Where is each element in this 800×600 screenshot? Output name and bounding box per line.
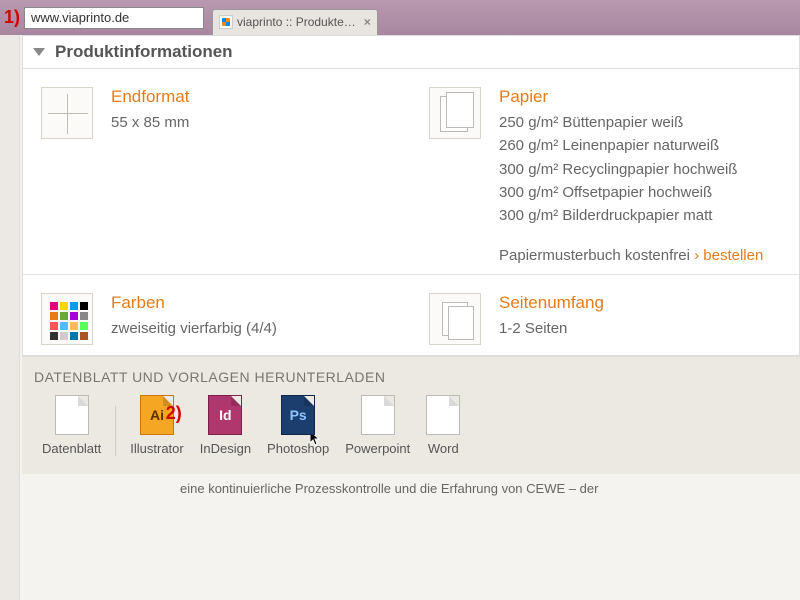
- spec-heading: Seitenumfang: [499, 293, 781, 313]
- papier-line: 260 g/m² Leinenpapier naturweiß: [499, 134, 781, 157]
- favicon-icon: [219, 15, 233, 29]
- spec-value: 250 g/m² Büttenpapier weiß260 g/m² Leine…: [499, 111, 781, 227]
- download-label: Powerpoint: [345, 441, 410, 456]
- download-indesign[interactable]: IdInDesign2): [192, 395, 259, 456]
- dimensions-icon: [41, 87, 93, 139]
- divider: [115, 406, 116, 456]
- id-file-icon: Id: [208, 395, 242, 435]
- papier-line: 300 g/m² Bilderdruckpapier matt: [499, 204, 781, 227]
- color-swatch-icon: [41, 293, 93, 345]
- pp-file-icon: [361, 395, 395, 435]
- download-label: Illustrator: [130, 441, 183, 456]
- product-info-panel: Produktinformationen Endformat 55 x 85 m…: [22, 35, 800, 356]
- link-prefix: Papiermusterbuch kostenfrei: [499, 247, 694, 264]
- spec-heading: Papier: [499, 87, 781, 107]
- spec-value: zweiseitig vierfarbig (4/4): [111, 317, 393, 340]
- paper-stack-icon: [429, 87, 481, 139]
- tab-close-icon[interactable]: ×: [364, 15, 371, 29]
- spec-heading: Endformat: [111, 87, 393, 107]
- spec-value: 1-2 Seiten: [499, 317, 781, 340]
- order-link[interactable]: bestellen: [703, 247, 763, 264]
- caret-icon: ›: [694, 247, 703, 264]
- tab-title: viaprinto :: Produkte…: [237, 15, 356, 29]
- address-bar[interactable]: www.viaprinto.de: [24, 7, 204, 29]
- sample-book-line: Papiermusterbuch kostenfrei › bestellen: [499, 247, 781, 264]
- download-label: Photoshop: [267, 441, 329, 456]
- download-label: InDesign: [200, 441, 251, 456]
- download-label: Word: [426, 441, 460, 456]
- spec-endformat: Endformat 55 x 85 mm: [23, 69, 411, 275]
- download-photoshop[interactable]: Ps Photoshop: [259, 395, 337, 456]
- spec-papier: Papier 250 g/m² Büttenpapier weiß260 g/m…: [411, 69, 799, 275]
- downloads-title: DATENBLATT UND VORLAGEN HERUNTERLADEN: [34, 369, 788, 385]
- papier-line: 300 g/m² Recyclingpapier hochweiß: [499, 158, 781, 181]
- download-label: Datenblatt: [42, 441, 101, 456]
- page-content: Produktinformationen Endformat 55 x 85 m…: [0, 35, 800, 600]
- browser-tab[interactable]: viaprinto :: Produkte… ×: [212, 9, 378, 35]
- panel-title: Produktinformationen: [55, 42, 233, 62]
- spec-farben: Farben zweiseitig vierfarbig (4/4): [23, 275, 411, 355]
- annotation-2: 2): [166, 403, 182, 424]
- spec-value: 55 x 85 mm: [111, 111, 393, 134]
- download-word[interactable]: Word: [418, 395, 468, 456]
- spec-heading: Farben: [111, 293, 393, 313]
- download-datenblatt[interactable]: Datenblatt: [34, 395, 109, 456]
- chevron-down-icon: [33, 48, 45, 56]
- browser-toolbar: 1) www.viaprinto.de viaprinto :: Produkt…: [0, 0, 800, 35]
- pdf-file-icon: [55, 395, 89, 435]
- wd-file-icon: [426, 395, 460, 435]
- papier-line: 250 g/m² Büttenpapier weiß: [499, 111, 781, 134]
- papier-line: 300 g/m² Offsetpapier hochweiß: [499, 181, 781, 204]
- downloads-section: DATENBLATT UND VORLAGEN HERUNTERLADEN Da…: [22, 356, 800, 474]
- download-powerpoint[interactable]: Powerpoint: [337, 395, 418, 456]
- footer-text: eine kontinuierliche Prozesskontrolle un…: [160, 474, 800, 504]
- panel-header[interactable]: Produktinformationen: [23, 36, 799, 69]
- spec-seitenumfang: Seitenumfang 1-2 Seiten: [411, 275, 799, 355]
- left-gutter: [0, 35, 20, 600]
- annotation-1: 1): [4, 7, 20, 28]
- pages-icon: [429, 293, 481, 345]
- downloads-row: DatenblattAiIllustratorIdInDesign2)PsPho…: [34, 395, 788, 456]
- ps-file-icon: Ps: [281, 395, 315, 435]
